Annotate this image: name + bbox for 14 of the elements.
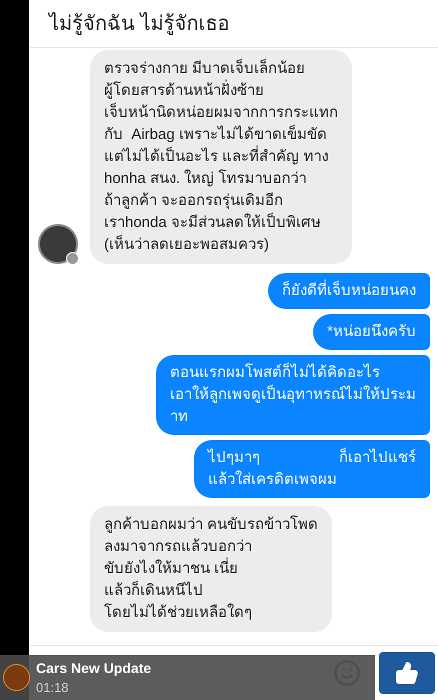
notification-time: 01:18 xyxy=(36,678,70,696)
thumbs-up-icon xyxy=(395,661,419,685)
like-button[interactable] xyxy=(379,652,435,694)
app-icon xyxy=(3,664,30,691)
chat-title: ไม่รู้จักฉัน ไม่รู้จักเธอ xyxy=(49,11,230,37)
received-message-bubble: ตรวจร่างกาย มีบาดเจ็บเล็กน้อย ผู้โดยสารด้านหน้าฝั่งซ้าย เจ็บหน้านิดหน่อยผมจากการกระแทก กับ Airbag เพราะไม่ได้ขาดเข็มขัด แต่ไม่ได้เป็นอะไร และที่สำคัญ ทาง honha สนง. ใหญ่ โทรมาบอกว่า ถ้าลูกค้า จะออกรถรุ่นเดิมอีก เราhonda จะมีส่วนลดให้เป็บพิเศษ (เห็นว่าลดเยอะพอสมควร) xyxy=(90,50,352,264)
sent-message-bubble: ไปๆมาๆ ก็เอาไปแชร์ แล้วใส่เครดิตเพจผม xyxy=(194,440,430,498)
received-message-bubble: ลูกค้าบอกผมว่า คนขับรถข้าวโพด ลงมาจากรถแล้วบอกว่า ขับยังไงให้มาชน เนี่ย แล้วก็เดินหนีไป โดยไม่ได้ช่วยเหลือใดๆ xyxy=(90,506,332,632)
sent-message-bubble: *หน่อยนึงครับ xyxy=(313,314,430,350)
sent-message-bubble: ตอนแรกผมโพสต์ก็ไม่ได้คิดอะไร เอาให้ลูกเพจดูเป็นอุทาหรณ์ไม่ให้ประม าท xyxy=(156,355,430,435)
notification-toast[interactable]: Cars New Update 01:18 xyxy=(0,655,375,700)
notification-title: Cars New Update xyxy=(36,658,152,678)
sent-message-bubble: ก็ยังดีที่เจ็บหน่อยนคง xyxy=(268,273,430,309)
avatar[interactable] xyxy=(38,224,78,264)
